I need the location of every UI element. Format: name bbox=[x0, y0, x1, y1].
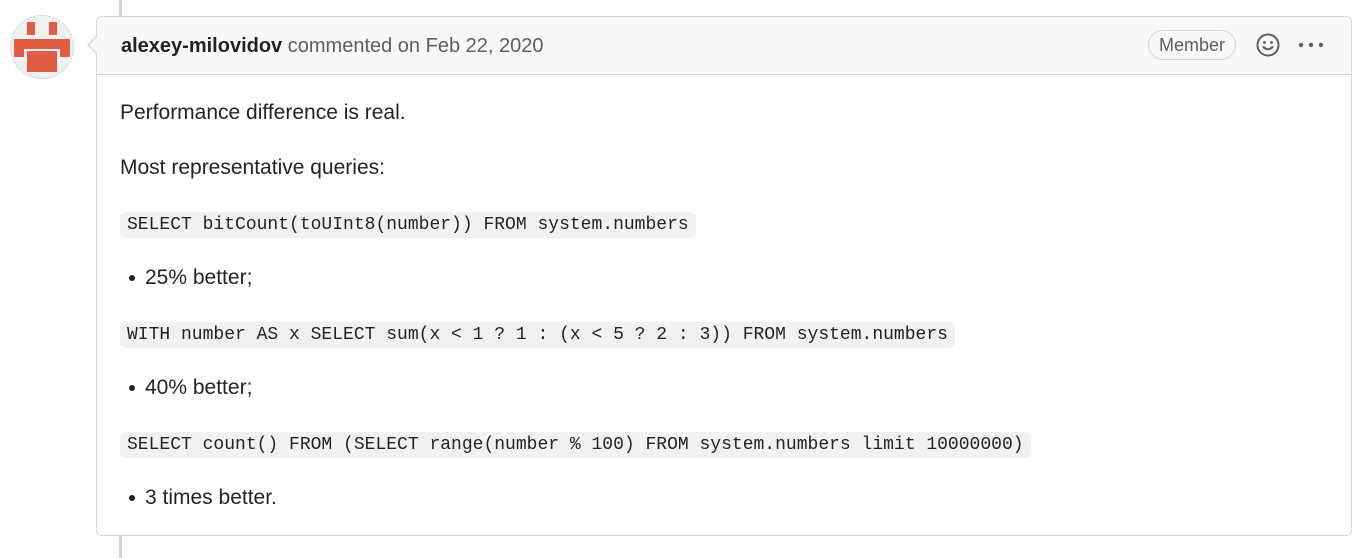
comment-header-text: alexey-milovidov commented on Feb 22, 20… bbox=[121, 34, 543, 58]
list-item-text: 40% better; bbox=[145, 376, 253, 399]
comment-timestamp[interactable]: commented on Feb 22, 2020 bbox=[288, 35, 544, 57]
avatar[interactable] bbox=[11, 16, 73, 78]
author-link[interactable]: alexey-milovidov bbox=[121, 35, 282, 57]
comment-box: alexey-milovidov commented on Feb 22, 20… bbox=[96, 16, 1352, 536]
bullet-icon bbox=[129, 275, 135, 281]
code-snippet: SELECT count() FROM (SELECT range(number… bbox=[120, 432, 1031, 458]
list-item-text: 25% better; bbox=[145, 266, 253, 289]
bullet-icon bbox=[129, 495, 135, 501]
list-item: 3 times better. bbox=[129, 485, 277, 511]
code-snippet: WITH number AS x SELECT sum(x < 1 ? 1 : … bbox=[120, 322, 955, 348]
list-item: 40% better; bbox=[129, 375, 253, 401]
member-badge: Member bbox=[1148, 30, 1237, 60]
identicon-icon bbox=[11, 16, 73, 78]
list-item: 25% better; bbox=[129, 265, 253, 291]
bullet-icon bbox=[129, 385, 135, 391]
comment-options-button[interactable] bbox=[1297, 32, 1325, 58]
comment-header: alexey-milovidov commented on Feb 22, 20… bbox=[97, 17, 1351, 75]
kebab-horizontal-icon bbox=[1298, 42, 1324, 48]
code-snippet: SELECT bitCount(toUInt8(number)) FROM sy… bbox=[120, 212, 696, 238]
smiley-icon bbox=[1256, 33, 1280, 57]
list-item-text: 3 times better. bbox=[145, 486, 277, 509]
add-reaction-button[interactable] bbox=[1255, 32, 1281, 58]
paragraph: Performance difference is real. bbox=[120, 101, 406, 124]
comment-caret-fill bbox=[89, 37, 97, 53]
paragraph: Most representative queries: bbox=[120, 156, 385, 179]
